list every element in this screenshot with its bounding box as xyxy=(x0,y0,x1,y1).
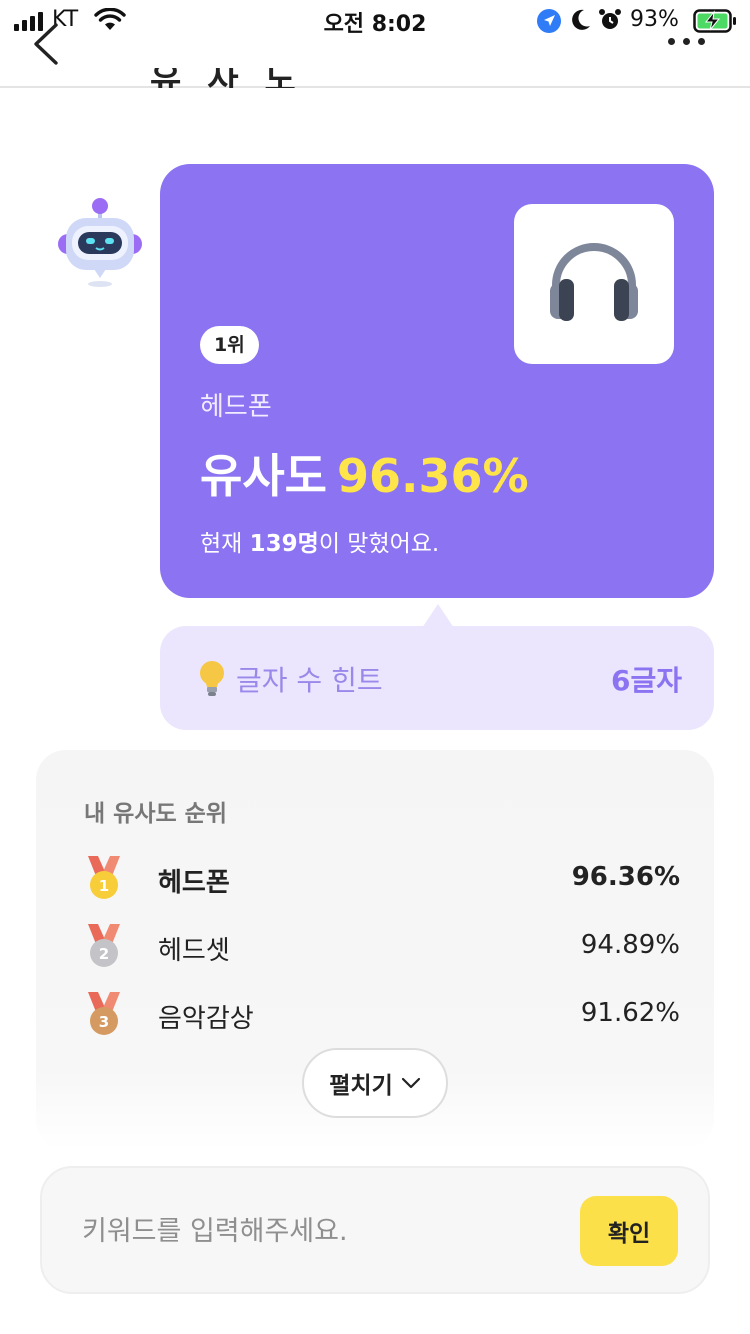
silver-medal-icon: 2 xyxy=(88,924,120,967)
headphones-icon xyxy=(550,243,638,321)
page-title: 유사도 xyxy=(150,68,350,88)
ranking-score: 94.89% xyxy=(580,930,680,960)
solvers-text: 현재 139명이 맞혔어요. xyxy=(200,524,439,558)
solvers-count: 139명 xyxy=(249,531,319,557)
svg-text:2: 2 xyxy=(99,945,109,963)
ranking-word: 음악감상 xyxy=(158,1004,254,1034)
page-title-text: 유사도 xyxy=(150,68,322,88)
solvers-suffix: 이 맞혔어요. xyxy=(318,531,440,557)
ranking-score: 91.62% xyxy=(580,998,680,1028)
hint-label: 글자 수 힌트 xyxy=(236,664,383,697)
hint-pointer xyxy=(422,604,454,628)
rank-badge: 1위 xyxy=(200,326,259,364)
more-options-icon[interactable] xyxy=(668,38,705,45)
result-image xyxy=(514,204,674,364)
ranking-row: 2 헤드셋 94.89% xyxy=(36,922,714,972)
my-similarity-ranking-panel: 내 유사도 순위 1 헤드폰 96.36% 2 헤드셋 94.89% 3 음악감… xyxy=(36,750,714,1150)
ranking-score: 96.36% xyxy=(571,862,680,892)
keyword-input[interactable] xyxy=(82,1208,562,1254)
solvers-prefix: 현재 xyxy=(200,531,250,557)
ranking-row: 3 음악감상 91.62% xyxy=(36,990,714,1040)
hint-value: 6글자 xyxy=(610,664,682,697)
confirm-button[interactable]: 확인 xyxy=(580,1196,678,1266)
bronze-medal-icon: 3 xyxy=(88,992,120,1035)
ranking-word: 헤드폰 xyxy=(158,868,230,898)
letter-count-hint[interactable]: 글자 수 힌트 6글자 xyxy=(160,626,714,730)
similarity-label: 유사도 xyxy=(200,449,327,503)
ranking-word: 헤드셋 xyxy=(158,936,230,966)
lightbulb-icon xyxy=(200,661,224,696)
expand-button-label: 펼치기 xyxy=(329,1073,393,1099)
svg-text:3: 3 xyxy=(99,1013,109,1031)
similarity-value: 96.36% xyxy=(336,449,529,503)
ranking-row: 1 헤드폰 96.36% xyxy=(36,854,714,904)
robot-avatar-icon xyxy=(58,198,142,287)
back-icon[interactable] xyxy=(30,22,60,66)
gold-medal-icon: 1 xyxy=(88,856,120,899)
ranking-title: 내 유사도 순위 xyxy=(84,801,227,827)
top-result-card: 1위 헤드폰 유사도 96.36% 현재 139명이 맞혔어요. xyxy=(160,164,714,598)
expand-button[interactable]: 펼치기 xyxy=(302,1048,448,1118)
keyword-input-bar: 확인 xyxy=(40,1166,710,1294)
chevron-down-icon xyxy=(401,1077,420,1089)
svg-text:1: 1 xyxy=(99,877,109,895)
top-navigation-bar: 유사도 xyxy=(0,0,750,88)
similarity-line: 유사도 96.36% xyxy=(200,440,529,506)
result-word: 헤드폰 xyxy=(200,392,272,422)
